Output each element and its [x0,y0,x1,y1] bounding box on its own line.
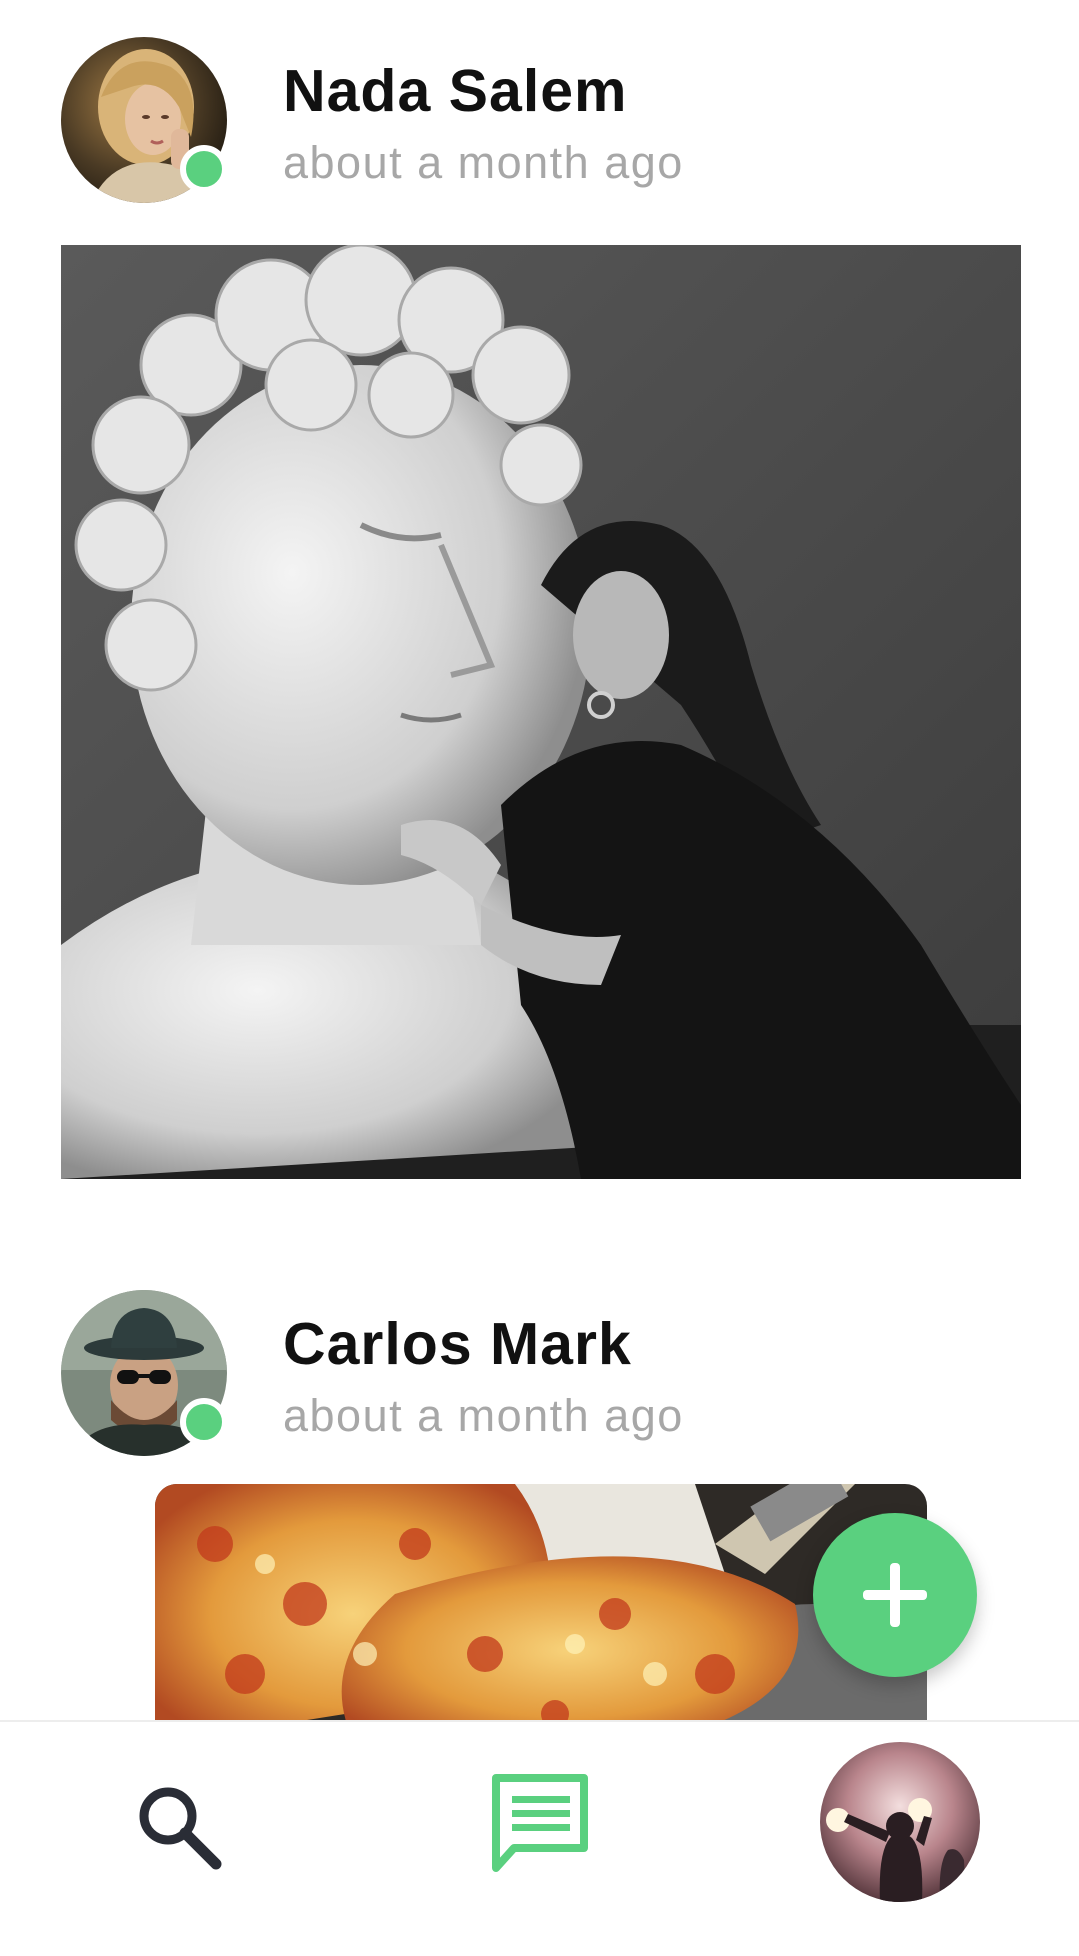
author-name[interactable]: Carlos Mark [283,1310,632,1378]
online-status-dot [180,1398,228,1446]
search-icon [139,1787,222,1870]
post-image[interactable] [61,245,1021,1179]
author-name[interactable]: Nada Salem [283,57,628,125]
profile-avatar [820,1742,980,1902]
search-button[interactable] [128,1776,228,1876]
profile-button[interactable] [820,1742,980,1902]
post-time: about a month ago [283,137,684,188]
online-status-dot [180,145,228,193]
post-header: Carlos Mark about a month ago [0,1290,1079,1460]
bottom-navigation [0,1720,1079,1956]
plus-icon [863,1563,927,1627]
add-post-button[interactable] [813,1513,977,1677]
chat-icon [492,1774,588,1872]
post-time: about a month ago [283,1390,684,1441]
app-screen: Nada Salem about a month ago Carlos Mark… [0,0,1079,1956]
post-header: Nada Salem about a month ago [0,37,1079,207]
post-image[interactable] [155,1484,927,1720]
chat-button[interactable] [488,1770,594,1876]
feed[interactable]: Nada Salem about a month ago Carlos Mark… [0,0,1079,1720]
